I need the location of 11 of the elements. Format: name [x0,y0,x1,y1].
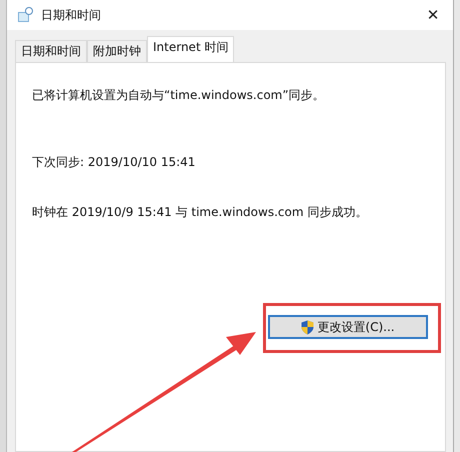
close-button[interactable]: ✕ [413,6,453,24]
clock-window-icon [17,7,33,23]
change-settings-button[interactable]: 更改设置(C)... [268,315,428,339]
status-text: 时钟在 2019/10/9 15:41 与 time.windows.com 同步成功。 [32,204,368,221]
tab[interactable]: 日期和时间 [15,40,87,62]
status-text: 下次同步: 2019/10/10 15:41 [32,154,196,171]
status-text: 已将计算机设置为自动与“time.windows.com”同步。 [32,87,326,104]
tab[interactable]: 附加时钟 [87,40,147,62]
tab[interactable]: Internet 时间 [147,36,234,62]
shield-icon [301,320,314,334]
window-title: 日期和时间 [41,6,102,24]
